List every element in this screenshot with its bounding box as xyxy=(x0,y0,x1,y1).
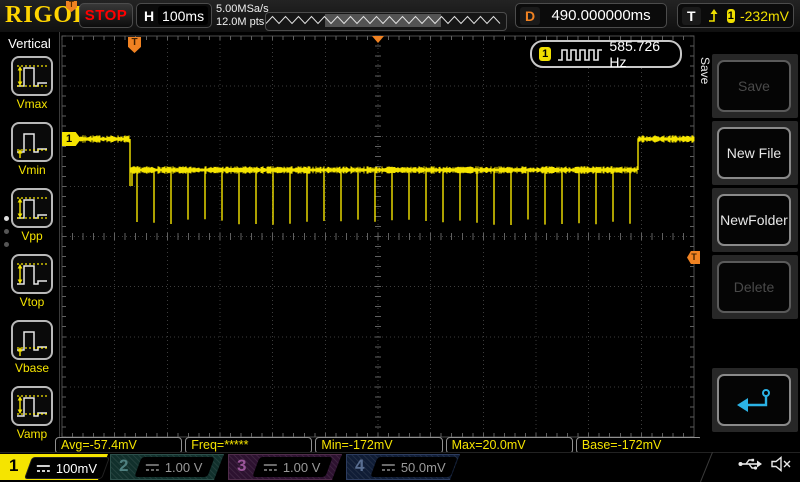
horizontal-timebase-box[interactable]: H 100ms xyxy=(136,3,212,28)
t-label: T xyxy=(682,6,701,25)
menu-item-vmax[interactable]: Vmax xyxy=(9,56,55,111)
delay-box: D 490.000000ms xyxy=(515,3,667,28)
channel-4-scale: 50.0mV xyxy=(401,459,446,475)
vmin-label: Vmin xyxy=(18,163,46,177)
softkey-slot: Save xyxy=(712,54,798,118)
channel-1-valbox: 100mV xyxy=(23,457,111,479)
dc-coupling-icon xyxy=(264,463,277,472)
run-state-label: STOP xyxy=(84,7,128,24)
channel-status-bar: 1 100mV 2 1.00 V 3 1.00 V 4 50.0mV xyxy=(0,451,800,482)
vmin-icon xyxy=(11,122,53,162)
dc-coupling-icon xyxy=(37,464,50,473)
vmax-icon xyxy=(11,56,53,96)
return-arrow-icon xyxy=(733,385,775,415)
vamp-icon xyxy=(11,386,53,426)
channel-2-valbox: 1.00 V xyxy=(134,457,215,477)
sample-rate: 5.00MSa/s xyxy=(216,3,269,15)
vmax-label: Vmax xyxy=(16,97,48,111)
save-button[interactable]: Save xyxy=(717,60,791,112)
channel-4-valbox: 50.0mV xyxy=(370,457,458,477)
vamp-label: Vamp xyxy=(16,427,48,441)
trigger-source-badge: 1 xyxy=(726,8,735,23)
channel-1-block[interactable]: 1 100mV xyxy=(0,454,111,480)
frequency-value: 585.726 Hz xyxy=(609,38,661,70)
usb-icon xyxy=(738,457,762,471)
dc-coupling-icon xyxy=(382,463,395,472)
menu-title: Vertical xyxy=(8,36,51,51)
channel-3-valbox: 1.00 V xyxy=(252,457,333,477)
softkey-slot: Delete xyxy=(712,255,798,319)
channel-1-scale: 100mV xyxy=(56,460,98,476)
vpp-icon xyxy=(11,188,53,228)
channel-3-block[interactable]: 3 1.00 V xyxy=(228,454,342,480)
vtop-label: Vtop xyxy=(19,295,45,309)
square-wave-icon xyxy=(557,47,603,62)
trigger-status-box: T 1 -232mV xyxy=(677,3,794,28)
menu-page-indicator xyxy=(4,208,9,255)
softkey-slot xyxy=(712,368,798,432)
waveform-position-bar[interactable] xyxy=(265,12,507,31)
save-softkey-menu: Save Save New File NewFolder Delete xyxy=(698,32,800,452)
speaker-muted-icon xyxy=(770,456,792,472)
return-button[interactable] xyxy=(717,374,791,426)
waveform-display: T 1 T 1 585.726 Hz xyxy=(60,32,701,452)
menu-item-vtop[interactable]: Vtop xyxy=(9,254,55,309)
channel-1-number: 1 xyxy=(9,456,19,475)
channel-2-number: 2 xyxy=(119,456,129,475)
delete-button[interactable]: Delete xyxy=(717,261,791,313)
acquisition-info: 5.00MSa/s 12.0M pts xyxy=(216,3,269,29)
channel-3-scale: 1.00 V xyxy=(283,459,321,475)
vertical-measure-menu: Vertical Vmax Vmin Vpp Vtop Vbase Vamp xyxy=(0,32,60,452)
status-separator xyxy=(700,451,713,482)
menu-item-vamp[interactable]: Vamp xyxy=(9,386,55,441)
vbase-icon xyxy=(11,320,53,360)
menu-tab-save: Save xyxy=(698,57,712,85)
channel-4-block[interactable]: 4 50.0mV xyxy=(346,454,460,480)
softkey-slot: New File xyxy=(712,121,798,185)
menu-item-vmin[interactable]: Vmin xyxy=(9,122,55,177)
channel-2-block[interactable]: 2 1.00 V xyxy=(110,454,224,480)
graticule-and-waveform xyxy=(61,35,695,438)
top-status-bar: RIGOL STOP H 100ms 5.00MSa/s 12.0M pts T… xyxy=(0,0,800,33)
memory-depth: 12.0M pts xyxy=(216,16,265,28)
channel-2-scale: 1.00 V xyxy=(165,459,203,475)
vbase-label: Vbase xyxy=(14,361,50,375)
trigger-level-value: -232mV xyxy=(739,7,789,24)
frequency-counter-badge: 1 585.726 Hz xyxy=(530,38,682,70)
menu-item-vpp[interactable]: Vpp xyxy=(9,188,55,243)
menu-item-vbase[interactable]: Vbase xyxy=(9,320,55,375)
softkey-slot: NewFolder xyxy=(712,188,798,252)
vpp-label: Vpp xyxy=(21,229,43,243)
new-file-button[interactable]: New File xyxy=(717,127,791,179)
timebase-value: 100ms xyxy=(158,6,208,25)
system-status-icons xyxy=(738,456,792,472)
dc-coupling-icon xyxy=(146,463,159,472)
h-label: H xyxy=(144,7,155,24)
screen-center-marker xyxy=(372,36,384,43)
rising-edge-icon xyxy=(707,8,721,24)
run-stop-indicator[interactable]: STOP xyxy=(79,3,133,28)
freq-source-badge: 1 xyxy=(539,47,552,61)
d-label: D xyxy=(520,6,541,25)
channel-3-number: 3 xyxy=(237,456,247,475)
channel-4-number: 4 xyxy=(355,456,365,475)
new-folder-button[interactable]: NewFolder xyxy=(717,194,791,246)
rigol-logo: RIGOL xyxy=(5,2,91,28)
vtop-icon xyxy=(11,254,53,294)
delay-value: 490.000000ms xyxy=(551,7,651,24)
memory-window-indicator xyxy=(265,14,501,27)
